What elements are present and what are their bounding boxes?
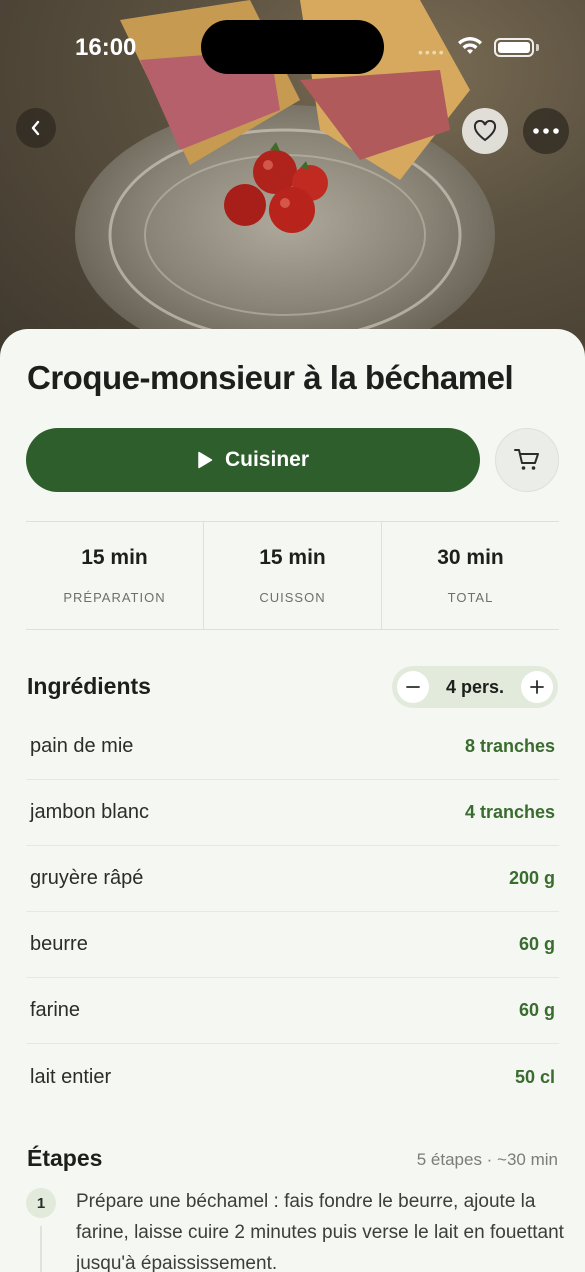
- time-label: TOTAL: [447, 590, 494, 605]
- ingredient-list: pain de mie 8 tranches jambon blanc 4 tr…: [26, 714, 559, 1110]
- favorite-button[interactable]: [462, 108, 508, 154]
- ingredient-quantity: 50 cl: [514, 1066, 555, 1087]
- ingredient-name: farine: [30, 999, 81, 1021]
- ingredient-name: pain de mie: [30, 735, 134, 757]
- servings-value: 4 pers.: [445, 676, 505, 697]
- ingredient-quantity: 8 tranches: [464, 736, 555, 756]
- steps-heading: Étapes: [27, 1145, 103, 1171]
- ingredient-quantity: 60 g: [518, 1000, 555, 1020]
- ingredient-row: pain de mie 8 tranches: [26, 714, 559, 780]
- time-preparation: 15 min PRÉPARATION: [26, 522, 203, 629]
- step-text: Prépare une béchamel : fais fondre le be…: [76, 1191, 564, 1272]
- back-button[interactable]: [16, 108, 56, 148]
- recipe-times: 15 min PRÉPARATION 15 min CUISSON 30 min…: [26, 521, 559, 630]
- steps-summary: 5 étapes · ~30 min: [416, 1150, 558, 1169]
- increase-servings-button[interactable]: [520, 671, 553, 703]
- status-bar: 16:00 ••••: [0, 0, 585, 90]
- ingredient-name: gruyère râpé: [30, 867, 144, 889]
- cook-button-label: Cuisiner: [224, 448, 310, 471]
- status-time: 16:00: [75, 34, 137, 61]
- ingredient-quantity: 4 tranches: [464, 802, 555, 822]
- decrease-servings-button[interactable]: [397, 671, 429, 703]
- wifi-icon: [458, 37, 482, 54]
- ingredient-name: jambon blanc: [30, 801, 149, 823]
- back-icon: [31, 120, 40, 136]
- time-label: PRÉPARATION: [63, 590, 166, 605]
- add-to-cart-button[interactable]: [495, 428, 559, 492]
- step-connector: [40, 1226, 42, 1272]
- ingredient-row: gruyère râpé 200 g: [26, 846, 559, 912]
- ingredient-row: lait entier 50 cl: [26, 1044, 559, 1110]
- dynamic-island: [201, 20, 384, 74]
- ingredient-quantity: 60 g: [518, 934, 555, 954]
- servings-stepper: 4 pers.: [392, 666, 558, 708]
- ingredient-name: lait entier: [30, 1065, 112, 1088]
- time-value: 15 min: [259, 546, 326, 569]
- ingredient-quantity: 200 g: [508, 868, 555, 888]
- time-label: CUISSON: [259, 590, 326, 605]
- recipe-title: Croque-monsieur à la béchamel: [27, 359, 514, 396]
- time-cooking: 15 min CUISSON: [203, 522, 381, 629]
- heart-icon: [473, 120, 497, 142]
- cart-icon: [514, 449, 539, 470]
- signal-icon: ••••: [418, 44, 446, 60]
- more-button[interactable]: [523, 108, 569, 154]
- battery-icon: [494, 38, 534, 57]
- ingredient-name: beurre: [30, 933, 88, 955]
- ingredient-row: beurre 60 g: [26, 912, 559, 978]
- time-value: 30 min: [437, 546, 504, 569]
- ingredient-row: jambon blanc 4 tranches: [26, 780, 559, 846]
- ingredients-heading: Ingrédients: [27, 673, 151, 699]
- more-icon: [533, 128, 559, 134]
- step-number: 1: [26, 1188, 56, 1218]
- ingredient-row: farine 60 g: [26, 978, 559, 1044]
- time-total: 30 min TOTAL: [381, 522, 559, 629]
- plus-icon: [530, 680, 544, 694]
- battery-tip: [536, 44, 539, 51]
- play-icon: [198, 451, 213, 469]
- minus-icon: [406, 686, 420, 688]
- time-value: 15 min: [81, 546, 148, 569]
- cook-button[interactable]: Cuisiner: [26, 428, 480, 492]
